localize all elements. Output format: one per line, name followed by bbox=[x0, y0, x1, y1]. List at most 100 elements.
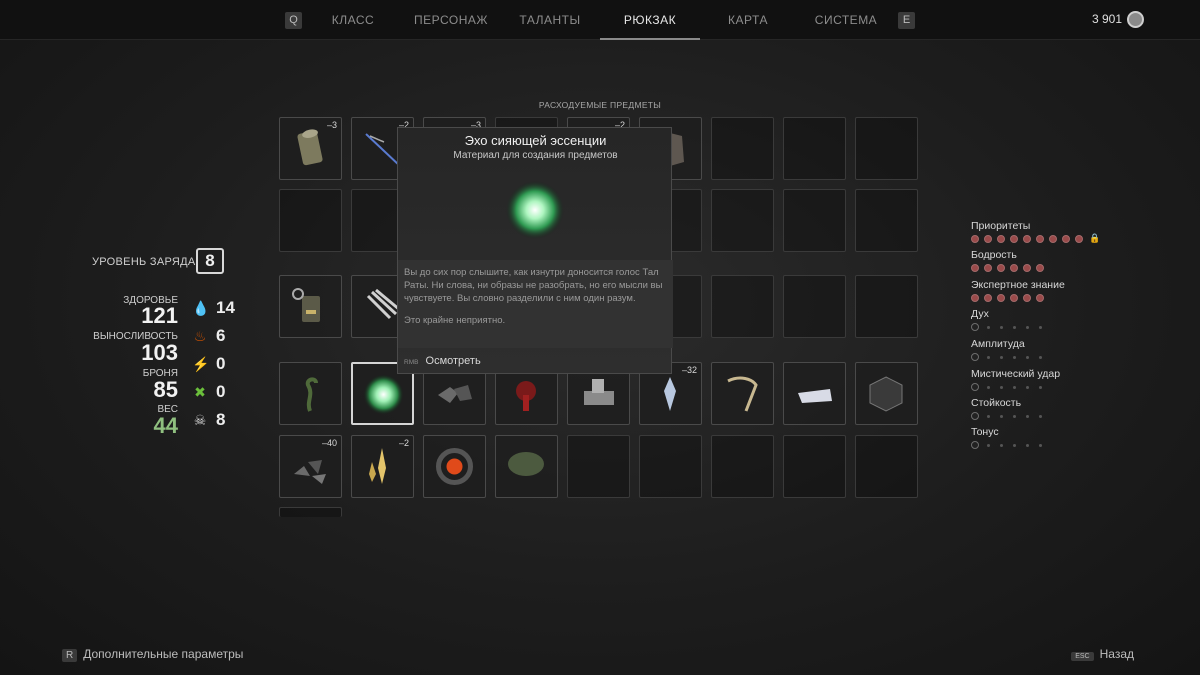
trait-tonus[interactable]: Тонус bbox=[971, 426, 1171, 451]
charge-level-label: УРОВЕНЬ ЗАРЯДА bbox=[92, 256, 196, 268]
trait-level-dots bbox=[971, 412, 1171, 422]
back-button[interactable]: ESC Назад bbox=[1071, 647, 1134, 661]
trait-expertise[interactable]: Экспертное знание bbox=[971, 279, 1171, 304]
inventory-slot-empty[interactable] bbox=[783, 117, 846, 180]
inventory-slot-empty[interactable] bbox=[783, 189, 846, 252]
ore-chunks-icon bbox=[438, 385, 472, 403]
trait-spirit[interactable]: Дух bbox=[971, 308, 1171, 333]
inventory-slot-empty[interactable] bbox=[567, 435, 630, 498]
shock-icon: ⚡ bbox=[192, 356, 210, 372]
trait-vigor[interactable]: Бодрость bbox=[971, 249, 1171, 274]
prev-tab-key[interactable]: Q bbox=[285, 12, 302, 29]
inventory-slot-empty[interactable] bbox=[711, 275, 774, 338]
feather-bundle-icon bbox=[798, 389, 832, 403]
more-options-button[interactable]: R Дополнительные параметры bbox=[62, 647, 243, 662]
metal-scrap-icon bbox=[584, 379, 614, 405]
trait-name: Дух bbox=[971, 308, 989, 320]
carapace-icon bbox=[508, 452, 544, 476]
tab-talents[interactable]: ТАЛАНТЫ bbox=[500, 0, 600, 40]
inventory-slot-bandage[interactable]: –3 bbox=[279, 117, 342, 180]
bleed-icon: 💧 bbox=[192, 300, 210, 316]
inspect-action[interactable]: RMB Осмотреть bbox=[398, 349, 673, 375]
trait-amplitude[interactable]: Амплитуда bbox=[971, 338, 1171, 363]
inventory-slot-empty[interactable] bbox=[279, 507, 342, 517]
tooltip-title: Эхо сияющей эссенции bbox=[464, 133, 607, 148]
currency-amount: 3 901 bbox=[1091, 12, 1122, 26]
trait-name: Приоритеты bbox=[971, 220, 1031, 232]
inventory-slot-empty[interactable] bbox=[711, 435, 774, 498]
lantern-icon bbox=[292, 288, 320, 322]
health-value: 121 bbox=[141, 303, 178, 328]
trait-level-dots bbox=[971, 323, 1171, 333]
tab-backpack[interactable]: РЮКЗАК bbox=[600, 0, 700, 40]
trait-name: Стойкость bbox=[971, 397, 1022, 409]
trait-level-dots bbox=[971, 383, 1171, 393]
shock-resistance: 0 bbox=[216, 354, 226, 373]
inventory-slot-crystal[interactable]: –2 bbox=[351, 435, 414, 498]
inventory-slot-empty[interactable] bbox=[855, 435, 918, 498]
item-quantity: –2 bbox=[398, 438, 409, 448]
blight-resistance: 8 bbox=[216, 410, 226, 429]
tab-system[interactable]: СИСТЕМА bbox=[796, 0, 896, 40]
inventory-slot-empty[interactable] bbox=[783, 435, 846, 498]
inventory-slot-hook[interactable] bbox=[711, 362, 774, 425]
inventory-slot-empty[interactable] bbox=[639, 435, 702, 498]
next-tab-key[interactable]: E bbox=[898, 12, 915, 29]
trait-level-dots bbox=[971, 264, 1171, 274]
trait-name: Экспертное знание bbox=[971, 279, 1065, 291]
inventory-slot-empty[interactable] bbox=[855, 189, 918, 252]
tab-character[interactable]: ПЕРСОНАЖ bbox=[401, 0, 501, 40]
acid-icon: ✖ bbox=[194, 384, 206, 400]
tooltip-subtitle: Материал для создания предметов bbox=[453, 150, 618, 161]
item-tooltip: Эхо сияющей эссенции Материал для создан… bbox=[397, 127, 673, 375]
armor-value: 85 bbox=[153, 377, 178, 402]
bleed-resistance: 14 bbox=[216, 298, 235, 317]
section-consumables-label: РАСХОДУЕМЫЕ ПРЕДМЕТЫ bbox=[538, 100, 662, 110]
charge-level-value: 8 bbox=[196, 248, 224, 274]
inventory-slot-lantern[interactable] bbox=[279, 275, 342, 338]
inventory-slot-root[interactable] bbox=[279, 362, 342, 425]
radiant-essence-icon bbox=[506, 181, 564, 239]
fire-icon: ♨ bbox=[193, 328, 207, 344]
inventory-slot-empty[interactable] bbox=[711, 117, 774, 180]
trait-level-dots bbox=[971, 353, 1171, 363]
inventory-slot-scrap-pile[interactable]: –40 bbox=[279, 435, 342, 498]
stamina-value: 103 bbox=[141, 340, 178, 365]
trait-level-dots bbox=[971, 294, 1171, 304]
trait-arcane-strike[interactable]: Мистический удар bbox=[971, 368, 1171, 393]
inventory-slot-empty[interactable] bbox=[855, 117, 918, 180]
back-label: Назад bbox=[1099, 647, 1134, 661]
item-quantity: –40 bbox=[321, 438, 337, 448]
scrap-coin-icon bbox=[1127, 11, 1144, 28]
inventory-slot-eye-ring[interactable] bbox=[423, 435, 486, 498]
item-quantity: –3 bbox=[326, 120, 337, 130]
dark-cube-icon bbox=[869, 376, 903, 412]
tab-map[interactable]: КАРТА bbox=[698, 0, 798, 40]
scrap-pile-icon bbox=[294, 460, 326, 484]
inventory-slot-feather[interactable] bbox=[783, 362, 846, 425]
inventory-slot-empty[interactable] bbox=[279, 189, 342, 252]
trait-endurance[interactable]: Стойкость bbox=[971, 397, 1171, 422]
trait-name: Амплитуда bbox=[971, 338, 1025, 350]
blight-icon: ☠ bbox=[193, 412, 207, 428]
tooltip-lore-text: Вы до сих пор слышите, как изнутри донос… bbox=[404, 267, 663, 304]
inventory-slot-empty[interactable] bbox=[711, 189, 774, 252]
twisted-root-icon bbox=[305, 377, 318, 412]
tab-class[interactable]: КЛАСС bbox=[303, 0, 403, 40]
more-options-label: Дополнительные параметры bbox=[83, 647, 244, 661]
trait-priorities[interactable]: Приоритеты 🔒 bbox=[971, 220, 1171, 245]
inventory-slot-carapace[interactable] bbox=[495, 435, 558, 498]
inventory-slot-cube[interactable] bbox=[855, 362, 918, 425]
lock-icon: 🔒 bbox=[1089, 233, 1101, 243]
esc-key-hint: ESC bbox=[1071, 652, 1094, 661]
inventory-slot-empty[interactable] bbox=[855, 275, 918, 338]
r-key-hint: R bbox=[62, 649, 78, 662]
lumenite-icon bbox=[664, 377, 676, 411]
red-eye-ring-icon bbox=[436, 448, 473, 485]
top-nav-bar: Q КЛАСС ПЕРСОНАЖ ТАЛАНТЫ РЮКЗАК КАРТА СИ… bbox=[0, 0, 1200, 40]
trait-name: Бодрость bbox=[971, 249, 1017, 261]
inventory-slot-empty[interactable] bbox=[783, 275, 846, 338]
inspect-label: Осмотреть bbox=[425, 355, 481, 367]
trait-name: Мистический удар bbox=[971, 368, 1061, 380]
golden-crystal-icon bbox=[369, 448, 386, 484]
